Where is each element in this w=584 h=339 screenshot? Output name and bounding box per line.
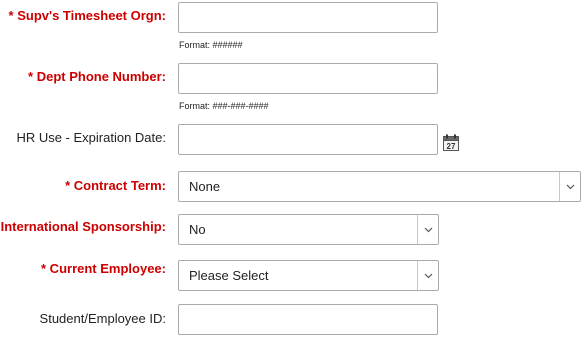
current-employee-label: * Current Employee: [41,261,166,276]
calendar-icon[interactable]: 27 [443,134,459,151]
intl-sponsorship-selected: No [189,222,206,237]
contract-term-label: * Contract Term: [65,178,166,193]
calendar-day-label: 27 [447,142,456,151]
supv-orgn-format-hint: Format: ###### [179,40,243,50]
hr-expiration-input[interactable] [178,124,438,155]
student-employee-id-label: Student/Employee ID: [39,311,166,326]
supv-orgn-input[interactable] [178,2,438,33]
student-employee-id-input[interactable] [178,304,438,335]
chevron-down-icon[interactable] [417,215,438,244]
dept-phone-label: * Dept Phone Number: [28,69,166,84]
dept-phone-input[interactable] [178,63,438,94]
chevron-down-icon[interactable] [417,261,438,290]
chevron-down-icon[interactable] [559,172,580,201]
intl-sponsorship-label: International Sponsorship: [0,219,166,234]
intl-sponsorship-select[interactable]: No [178,214,439,245]
contract-term-select[interactable]: None [178,171,581,202]
dept-phone-format-hint: Format: ###-###-#### [179,101,269,111]
hr-expiration-label: HR Use - Expiration Date: [16,130,166,145]
current-employee-selected: Please Select [189,268,269,283]
contract-term-selected: None [189,179,221,194]
supv-orgn-label: * Supv's Timesheet Orgn: [8,8,166,23]
current-employee-select[interactable]: Please Select [178,260,439,291]
